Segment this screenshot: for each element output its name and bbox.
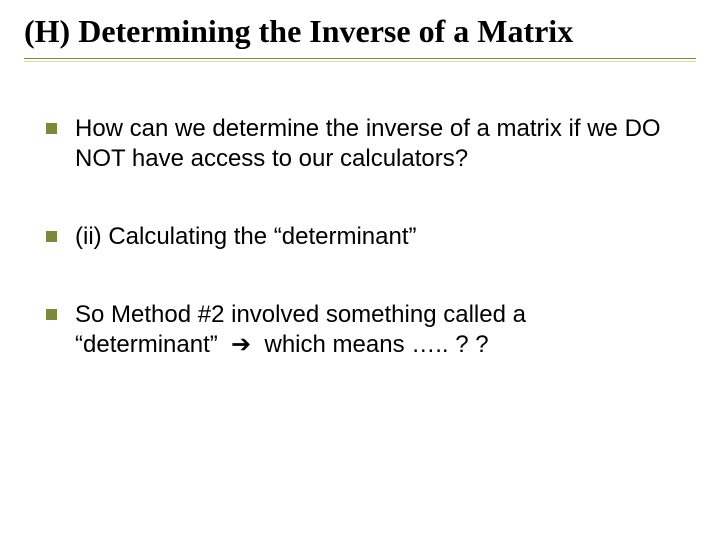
bullet-text: So Method #2 involved something called a… xyxy=(75,300,674,360)
slide-body: How can we determine the inverse of a ma… xyxy=(0,62,720,360)
list-item: So Method #2 involved something called a… xyxy=(46,300,674,360)
list-item: How can we determine the inverse of a ma… xyxy=(46,114,674,174)
list-item: (ii) Calculating the “determinant” xyxy=(46,222,674,252)
square-bullet-icon xyxy=(46,123,57,134)
slide: (H) Determining the Inverse of a Matrix … xyxy=(0,0,720,540)
bullet-text: How can we determine the inverse of a ma… xyxy=(75,114,674,174)
title-underline-dark xyxy=(24,58,696,59)
slide-title: (H) Determining the Inverse of a Matrix xyxy=(24,12,696,56)
square-bullet-icon xyxy=(46,309,57,320)
square-bullet-icon xyxy=(46,231,57,242)
bullet-text: (ii) Calculating the “determinant” xyxy=(75,222,416,252)
title-area: (H) Determining the Inverse of a Matrix xyxy=(0,0,720,62)
